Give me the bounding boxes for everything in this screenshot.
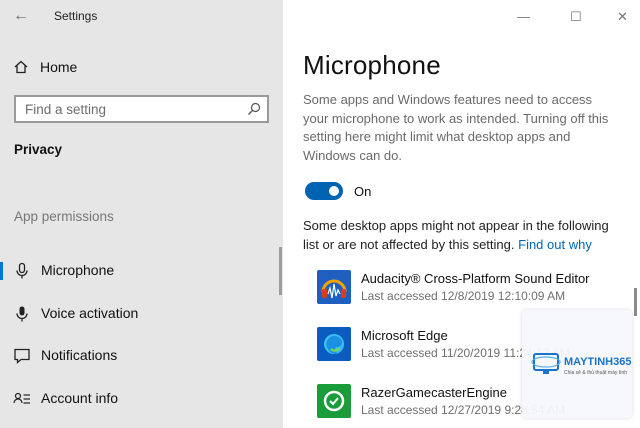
find-out-why-link[interactable]: Find out why bbox=[518, 237, 592, 252]
page-title: Microphone bbox=[303, 50, 441, 80]
app-name: RazerGamecasterEngine bbox=[361, 385, 507, 400]
search-icon[interactable] bbox=[247, 102, 261, 116]
group-title: App permissions bbox=[14, 209, 114, 224]
section-title: Privacy bbox=[14, 142, 63, 157]
sidebar-item-label: Account info bbox=[41, 390, 119, 406]
minimize-button[interactable]: — bbox=[517, 9, 530, 24]
microphone-icon bbox=[16, 262, 28, 279]
maximize-button[interactable]: ☐ bbox=[570, 9, 582, 25]
selection-indicator bbox=[0, 262, 3, 280]
toggle-label: On bbox=[354, 184, 372, 199]
voice-activation-icon bbox=[16, 306, 28, 322]
page-description: Some apps and Windows features need to a… bbox=[303, 92, 609, 163]
edge-icon bbox=[317, 327, 351, 361]
app-name: Microsoft Edge bbox=[361, 328, 448, 343]
sidebar-item-account-info[interactable]: Account info bbox=[0, 381, 283, 417]
sidebar-item-label: Microphone bbox=[41, 262, 115, 278]
back-arrow-icon[interactable]: ← bbox=[13, 7, 29, 25]
home-label: Home bbox=[40, 59, 78, 75]
sidebar-item-microphone[interactable]: Microphone bbox=[0, 253, 283, 289]
watermark-brand: MAYTINH365 bbox=[564, 356, 632, 368]
search-input[interactable]: Find a setting bbox=[14, 95, 269, 123]
sidebar-item-label: Notifications bbox=[41, 347, 118, 363]
list-item: Audacity® Cross-Platform Sound Editor La… bbox=[317, 268, 617, 308]
watermark-overlay: MAYTINH365 Chia sẻ & thủ thuật máy tính bbox=[522, 310, 632, 418]
title-bar: ← Settings bbox=[0, 0, 283, 32]
toggle-knob bbox=[329, 186, 339, 196]
home-link[interactable]: Home bbox=[14, 57, 77, 77]
close-button[interactable]: ✕ bbox=[617, 9, 628, 25]
razer-icon bbox=[317, 384, 351, 418]
app-last-accessed: Last accessed 12/8/2019 12:10:09 AM bbox=[361, 289, 566, 303]
sidebar-scrollbar[interactable] bbox=[279, 247, 282, 295]
sidebar-item-voice-activation[interactable]: Voice activation bbox=[0, 296, 283, 332]
microphone-access-toggle[interactable] bbox=[305, 182, 343, 200]
account-info-icon bbox=[13, 392, 30, 404]
sidebar: ← Settings Home Find a setting Privacy A… bbox=[0, 0, 283, 428]
app-name: Audacity® Cross-Platform Sound Editor bbox=[361, 271, 590, 286]
watermark-tagline: Chia sẻ & thủ thuật máy tính bbox=[564, 370, 628, 376]
desktop-apps-note: Some desktop apps might not appear in th… bbox=[303, 217, 623, 254]
audacity-icon bbox=[317, 270, 351, 304]
notifications-icon bbox=[14, 348, 30, 364]
window-title: Settings bbox=[54, 9, 98, 23]
watermark-logo-icon bbox=[531, 353, 561, 374]
sidebar-item-label: Voice activation bbox=[41, 305, 139, 321]
search-placeholder: Find a setting bbox=[25, 102, 107, 117]
home-icon bbox=[14, 60, 28, 74]
content-scrollbar[interactable] bbox=[634, 288, 637, 316]
sidebar-item-notifications[interactable]: Notifications bbox=[0, 338, 283, 374]
